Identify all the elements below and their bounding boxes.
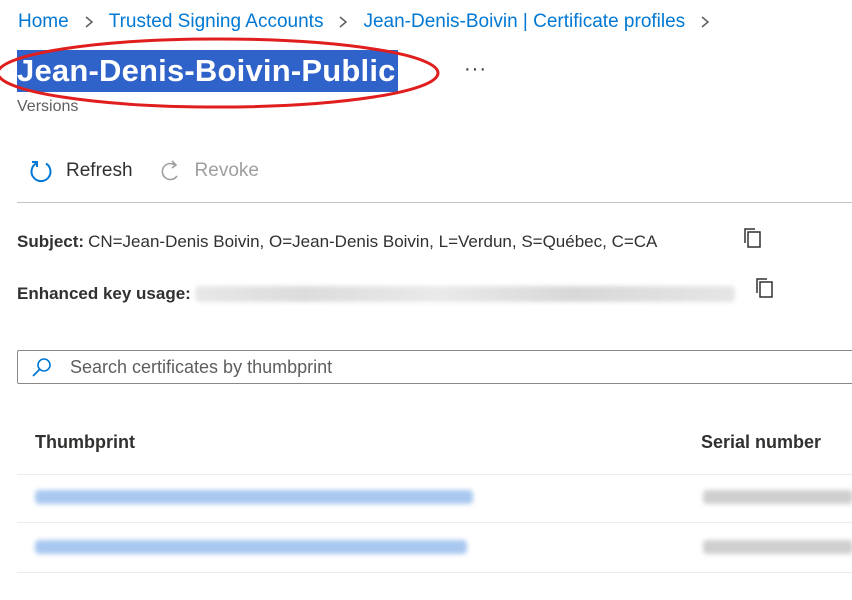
table-header-divider [17, 474, 852, 475]
command-bar: Refresh Revoke [28, 158, 285, 184]
row-divider [17, 522, 852, 523]
revoke-label: Revoke [194, 160, 259, 181]
chevron-right-icon [701, 16, 710, 28]
refresh-button[interactable]: Refresh [28, 158, 133, 184]
chevron-right-icon [339, 16, 348, 28]
subject-label: Subject: [17, 232, 85, 251]
page-title: Jean-Denis-Boivin-Public [17, 50, 398, 92]
column-header-thumbprint[interactable]: Thumbprint [35, 432, 135, 453]
thumbprint-link-redacted[interactable] [35, 490, 473, 504]
breadcrumb-home-link[interactable]: Home [18, 11, 69, 33]
subject-row: Subject: CN=Jean-Denis Boivin, O=Jean-De… [17, 232, 657, 252]
subject-value: CN=Jean-Denis Boivin, O=Jean-Denis Boivi… [88, 232, 658, 251]
revoke-button[interactable]: Revoke [159, 158, 259, 184]
serial-number-redacted [703, 540, 852, 554]
breadcrumb: Home Trusted Signing Accounts Jean-Denis… [18, 10, 725, 34]
revoke-icon [161, 160, 178, 181]
chevron-right-icon [85, 16, 93, 28]
page-title-container: Jean-Denis-Boivin-Public [17, 50, 398, 92]
refresh-label: Refresh [66, 160, 133, 181]
copy-eku-icon[interactable] [754, 276, 776, 300]
copy-subject-icon[interactable] [742, 226, 764, 250]
thumbprint-link-redacted[interactable] [35, 540, 467, 554]
eku-label: Enhanced key usage: [17, 284, 191, 303]
row-divider [17, 572, 852, 573]
search-icon [32, 358, 51, 377]
column-header-serial-number[interactable]: Serial number [701, 432, 821, 453]
breadcrumb-trusted-signing-accounts-link[interactable]: Trusted Signing Accounts [109, 11, 324, 33]
search-box [17, 350, 852, 384]
breadcrumb-certificate-profiles-link[interactable]: Jean-Denis-Boivin | Certificate profiles [363, 11, 685, 33]
refresh-icon [30, 161, 52, 183]
eku-value-redacted [194, 286, 735, 302]
toolbar-divider [17, 202, 852, 203]
more-options-button[interactable]: ··· [464, 58, 487, 81]
page-subtitle: Versions [17, 98, 79, 115]
search-input[interactable] [68, 355, 812, 379]
serial-number-redacted [703, 490, 852, 504]
eku-row: Enhanced key usage: [17, 284, 735, 304]
